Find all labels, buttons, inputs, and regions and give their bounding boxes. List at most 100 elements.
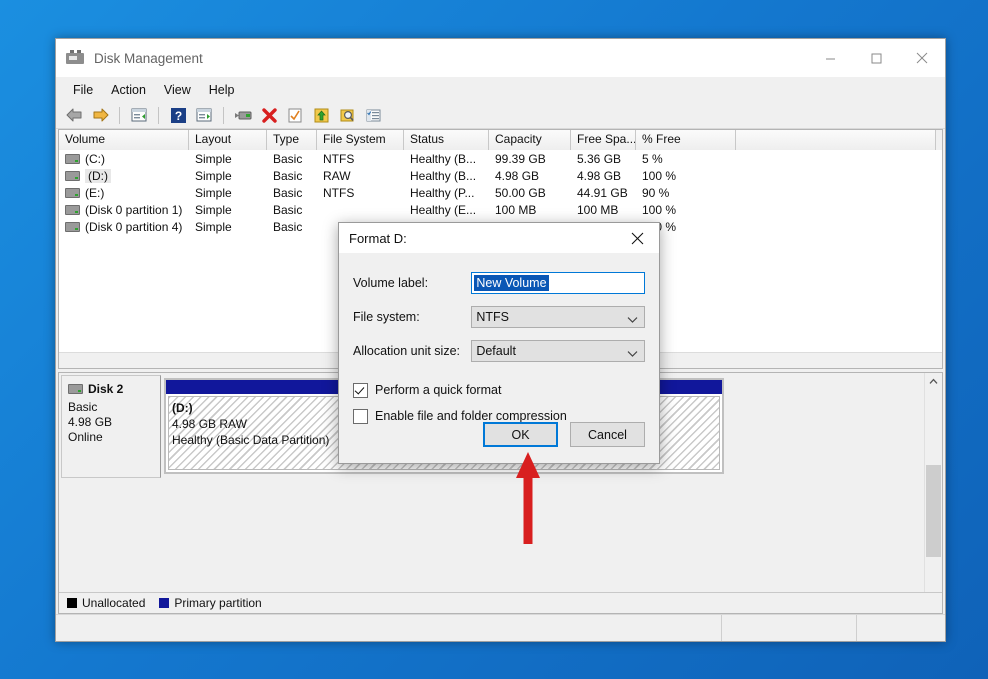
status-panel-1 <box>56 615 722 641</box>
chevron-down-icon <box>627 347 638 361</box>
volume-label: (C:) <box>85 151 105 166</box>
chevron-down-icon <box>627 313 638 327</box>
table-row[interactable]: (E:) Simple Basic NTFS Healthy (P... 50.… <box>59 184 942 201</box>
column-header-type[interactable]: Type <box>267 130 317 150</box>
checkmark-document-icon[interactable] <box>283 104 307 127</box>
cancel-button[interactable]: Cancel <box>570 422 645 447</box>
column-header-capacity[interactable]: Capacity <box>489 130 571 150</box>
forward-arrow-icon[interactable] <box>88 104 112 127</box>
disk-type: Basic <box>68 400 98 414</box>
cell-file-system: NTFS <box>323 151 355 166</box>
cell-capacity: 99.39 GB <box>495 151 546 166</box>
cell-volume: (Disk 0 partition 4) <box>59 220 189 234</box>
export-icon[interactable] <box>309 104 333 127</box>
disk-title: Disk 2 <box>68 382 160 396</box>
cell-file-system: NTFS <box>323 185 355 200</box>
cell-layout: Simple <box>195 151 232 166</box>
column-header-percent-free[interactable]: % Free <box>636 130 736 150</box>
column-header-blank[interactable] <box>736 130 936 150</box>
cell-volume: (C:) <box>59 152 189 166</box>
cell-layout: Simple <box>195 168 232 183</box>
legend-label-unallocated: Unallocated <box>82 596 146 610</box>
quick-format-checkbox[interactable] <box>353 382 368 398</box>
maximize-button[interactable] <box>853 39 899 77</box>
dialog-titlebar: Format D: <box>339 223 659 253</box>
cell-percent-free: 90 % <box>642 185 670 200</box>
volume-label: (E:) <box>85 185 105 200</box>
column-header-volume[interactable]: Volume <box>59 130 189 150</box>
cell-status: Healthy (E... <box>410 202 477 217</box>
cell-type: Basic <box>273 202 303 217</box>
disk-icon <box>68 384 83 394</box>
task-list-icon[interactable] <box>361 104 385 127</box>
quick-format-row[interactable]: Perform a quick format <box>353 379 645 401</box>
format-dialog: Format D: Volume label: New Volume File … <box>338 222 660 464</box>
column-header-status[interactable]: Status <box>404 130 489 150</box>
menu-view[interactable]: View <box>155 80 200 100</box>
volume-label: (D:) <box>85 168 111 183</box>
dialog-body: Volume label: New Volume File system: NT… <box>339 253 659 427</box>
allocation-unit-select[interactable]: Default <box>471 340 645 362</box>
close-button[interactable] <box>899 39 945 77</box>
quick-format-label: Perform a quick format <box>375 383 502 397</box>
cell-status: Healthy (B... <box>410 151 477 166</box>
disk-management-icon <box>66 50 84 66</box>
dialog-close-button[interactable] <box>615 223 659 253</box>
volume-label: (Disk 0 partition 4) <box>85 219 183 234</box>
volume-label-label: Volume label: <box>353 276 429 290</box>
help-icon[interactable]: ? <box>166 104 190 127</box>
menubar: File Action View Help <box>56 77 945 102</box>
ok-button[interactable]: OK <box>483 422 558 447</box>
cell-free-space: 44.91 GB <box>577 185 628 200</box>
column-header-free-space[interactable]: Free Spa... <box>571 130 636 150</box>
menu-file[interactable]: File <box>64 80 102 100</box>
partition-label: (D:) <box>172 401 193 415</box>
table-row[interactable]: (C:) Simple Basic NTFS Healthy (B... 99.… <box>59 150 942 167</box>
table-row[interactable]: (Disk 0 partition 1) Simple Basic Health… <box>59 201 942 218</box>
scrollbar-thumb[interactable] <box>926 465 941 557</box>
table-row[interactable]: (D:) Simple Basic RAW Healthy (B... 4.98… <box>59 167 942 184</box>
minimize-button[interactable] <box>807 39 853 77</box>
legend-item-primary-partition: Primary partition <box>159 596 262 610</box>
partition-text: (D:) 4.98 GB RAW Healthy (Basic Data Par… <box>172 400 329 448</box>
desktop-background: Disk Management File Action View Help ? … <box>0 0 988 679</box>
delete-icon[interactable] <box>257 104 281 127</box>
allocation-unit-row: Allocation unit size: Default <box>353 337 645 365</box>
drive-icon <box>65 204 80 215</box>
cell-layout: Simple <box>195 202 232 217</box>
disk-size: 4.98 GB <box>68 415 113 429</box>
toolbar: ? <box>56 102 945 129</box>
drive-icon <box>65 153 80 164</box>
cell-percent-free: 5 % <box>642 151 663 166</box>
partition-status: Healthy (Basic Data Partition) <box>172 433 330 447</box>
column-header-file-system[interactable]: File System <box>317 130 404 150</box>
cell-status: Healthy (P... <box>410 185 475 200</box>
file-system-label: File system: <box>353 310 420 324</box>
file-system-value: NTFS <box>476 310 509 324</box>
column-header-layout[interactable]: Layout <box>189 130 267 150</box>
back-arrow-icon[interactable] <box>62 104 86 127</box>
up-one-level-icon[interactable] <box>127 104 151 127</box>
menu-help[interactable]: Help <box>200 80 244 100</box>
menu-action[interactable]: Action <box>102 80 155 100</box>
drive-icon <box>65 187 80 198</box>
cell-capacity: 100 MB <box>495 202 537 217</box>
volume-label-input[interactable]: New Volume <box>471 272 645 294</box>
properties-icon[interactable] <box>231 104 255 127</box>
compression-checkbox[interactable] <box>353 408 368 424</box>
cell-status: Healthy (B... <box>410 168 477 183</box>
cell-percent-free: 100 % <box>642 168 677 183</box>
window-controls <box>807 39 945 77</box>
allocation-unit-label: Allocation unit size: <box>353 344 461 358</box>
file-system-row: File system: NTFS <box>353 303 645 331</box>
search-icon[interactable] <box>335 104 359 127</box>
status-panel-2 <box>722 615 857 641</box>
scroll-up-icon[interactable] <box>925 373 942 390</box>
cell-type: Basic <box>273 185 303 200</box>
graph-vertical-scrollbar[interactable] <box>924 373 942 613</box>
show-hide-console-tree-icon[interactable] <box>192 104 216 127</box>
disk-name: Disk 2 <box>88 382 124 396</box>
disk-info-panel[interactable]: Disk 2 Basic 4.98 GB Online <box>61 375 161 478</box>
allocation-unit-value: Default <box>476 344 516 358</box>
file-system-select[interactable]: NTFS <box>471 306 645 328</box>
